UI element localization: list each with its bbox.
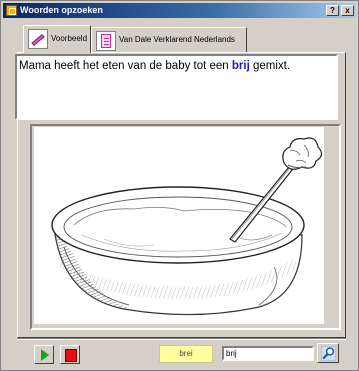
sentence-before: Mama heeft het eten van de baby tot een (19, 60, 232, 72)
bowl-sketch-image (51, 137, 323, 316)
help-button[interactable]: ? (326, 5, 339, 16)
pencil-icon (28, 29, 48, 49)
magnifier-icon (321, 346, 336, 361)
example-sentence: Mama heeft het eten van de baby tot een … (19, 60, 290, 72)
tab-van-dale[interactable]: Van Dale Verklarend Nederlands (91, 27, 247, 52)
bottom-separator (17, 338, 346, 340)
tab-van-dale-label: Van Dale Verklarend Nederlands (119, 35, 235, 44)
title-bar[interactable]: Woorden opzoeken ? x (3, 3, 356, 18)
play-button[interactable] (34, 345, 54, 364)
illustration (34, 127, 324, 324)
example-sentence-box: Mama heeft het eten van de baby tot een … (15, 54, 338, 120)
close-button[interactable]: x (341, 5, 354, 16)
word-chip[interactable]: brei (159, 345, 213, 363)
window-title: Woorden opzoeken (20, 5, 103, 15)
tab-voorbeeld-label: Voorbeeld (51, 34, 88, 43)
sentence-after: gemixt. (249, 60, 291, 72)
app-icon (6, 5, 17, 16)
search-button[interactable] (317, 343, 339, 363)
sentence-keyword: brij (231, 60, 250, 72)
notebook-icon (96, 31, 116, 51)
tab-voorbeeld[interactable]: Voorbeeld (23, 25, 91, 53)
dictionary-window: Woorden opzoeken ? x Voorbeeld Van Dale … (0, 0, 359, 371)
stop-button[interactable] (60, 345, 80, 364)
search-input[interactable]: brij (222, 346, 314, 361)
